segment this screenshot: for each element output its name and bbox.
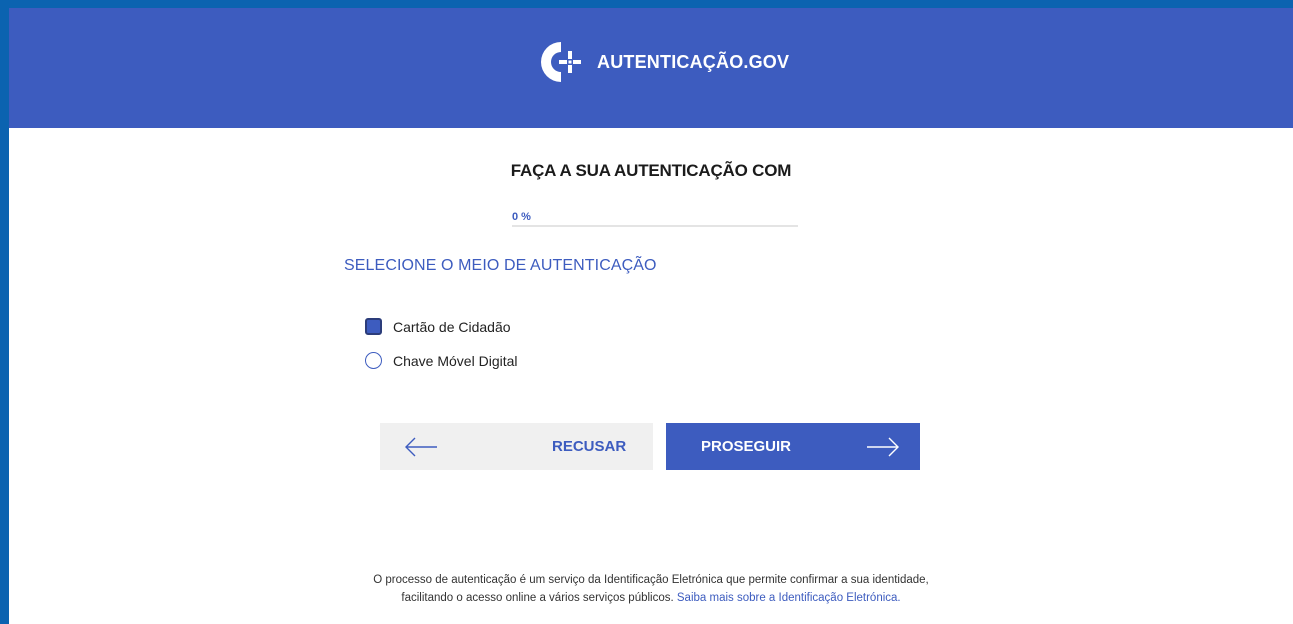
option-label: Cartão de Cidadão [393,318,511,335]
proceed-button[interactable]: PROSEGUIR [666,423,920,470]
radio-unchecked-icon[interactable] [365,352,382,369]
autenticacao-gov-logo-icon [541,42,581,82]
progress-label: 0 % [512,211,531,223]
option-label: Chave Móvel Digital [393,352,518,369]
section-title: SELECIONE O MEIO DE AUTENTICAÇÃO [344,257,657,274]
footer-text: O processo de autenticação é um serviço … [9,571,1293,607]
refuse-button[interactable]: RECUSAR [380,423,653,470]
brand-title: AUTENTICAÇÃO.GOV [597,51,790,72]
page: AUTENTICAÇÃO.GOV FAÇA A SUA AUTENTICAÇÃO… [9,8,1293,624]
footer-line-2: facilitando o acesso online a vários ser… [9,589,1293,607]
page-title: FAÇA A SUA AUTENTICAÇÃO COM [510,161,792,180]
proceed-button-label: PROSEGUIR [701,438,792,455]
option-chave-movel-digital[interactable]: Chave Móvel Digital [365,352,518,369]
refuse-button-label: RECUSAR [552,438,627,455]
learn-more-link[interactable]: Saiba mais sobre a Identificação Eletrón… [677,592,901,604]
checked-checkbox-icon[interactable] [365,318,382,335]
option-cartao-de-cidadao[interactable]: Cartão de Cidadão [365,318,511,335]
progress-bar [512,225,798,227]
footer-line-1: O processo de autenticação é um serviço … [373,574,929,586]
arrow-left-icon [405,437,437,457]
footer-line-2-text: facilitando o acesso online a vários ser… [401,592,674,604]
brand[interactable]: AUTENTICAÇÃO.GOV [537,38,789,86]
arrow-right-icon [867,437,899,457]
header: AUTENTICAÇÃO.GOV [9,8,1293,128]
